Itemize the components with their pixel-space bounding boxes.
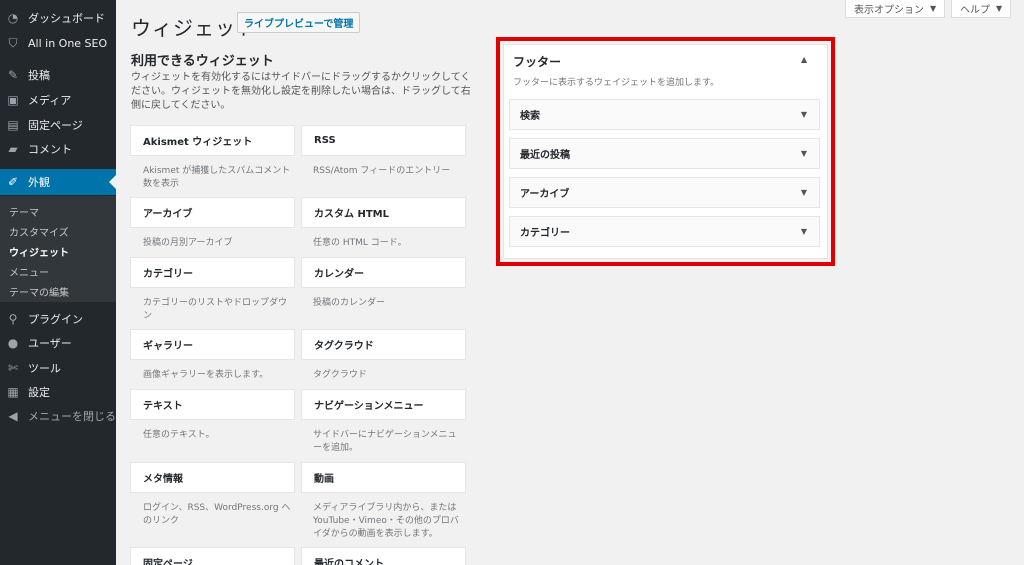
widget-navigation-menu[interactable]: ナビゲーションメニュー bbox=[301, 389, 466, 420]
caret-down-icon[interactable]: ▼ bbox=[801, 110, 807, 119]
widget-desc: 画像ギャラリーを表示します。 bbox=[143, 370, 269, 380]
menu-collapse[interactable]: ◀ メニューを閉じる bbox=[0, 404, 116, 428]
menu-label: 投稿 bbox=[28, 69, 50, 82]
menu-tools[interactable]: ✄ ツール bbox=[0, 356, 116, 380]
menu-plugins[interactable]: ⚲ プラグイン bbox=[0, 307, 116, 331]
menu-label: ツール bbox=[28, 362, 61, 375]
menu-label: プラグイン bbox=[28, 313, 83, 326]
widget-recent-comments[interactable]: 最近のコメント bbox=[301, 547, 466, 565]
caret-down-icon[interactable]: ▼ bbox=[801, 149, 807, 158]
widget-pages[interactable]: 固定ページ bbox=[130, 547, 295, 565]
caret-down-icon[interactable]: ▼ bbox=[801, 227, 807, 236]
plugin-icon: ⚲ bbox=[8, 312, 18, 326]
menu-label: コメント bbox=[28, 143, 72, 156]
widget-desc: メディアライブラリ内から、または YouTube・Vimeo・その他のプロバイダ… bbox=[313, 503, 459, 539]
widget-meta[interactable]: メタ情報 bbox=[130, 462, 295, 493]
footer-widget-search[interactable]: 検索 ▼ bbox=[509, 99, 820, 130]
widget-custom-html[interactable]: カスタム HTML bbox=[301, 197, 466, 228]
widget-desc: カテゴリーのリストやドロップダウン bbox=[143, 298, 288, 321]
live-preview-button[interactable]: ライブプレビューで管理 bbox=[237, 12, 361, 33]
menu-label: メディア bbox=[28, 94, 72, 107]
submenu-widgets[interactable]: ウィジェット bbox=[9, 244, 69, 259]
caret-up-icon[interactable]: ▲ bbox=[801, 55, 807, 64]
menu-label: メニューを閉じる bbox=[28, 410, 116, 423]
widget-desc: ログイン、RSS、WordPress.org へのリンク bbox=[143, 503, 291, 526]
menu-media[interactable]: ▣ メディア bbox=[0, 88, 116, 112]
widget-desc: サイドバーにナビゲーションメニューを追加。 bbox=[313, 430, 457, 453]
widget-text[interactable]: テキスト bbox=[130, 389, 295, 420]
menu-dashboard[interactable]: ◔ ダッシュボード bbox=[0, 6, 116, 30]
footer-widget-archives[interactable]: アーカイブ ▼ bbox=[509, 177, 820, 208]
submenu-menus[interactable]: メニュー bbox=[9, 264, 49, 279]
widget-gallery[interactable]: ギャラリー bbox=[130, 329, 295, 360]
widget-title: 最近の投稿 bbox=[520, 150, 570, 161]
widget-desc: 任意のテキスト。 bbox=[143, 430, 215, 440]
menu-posts[interactable]: ✎ 投稿 bbox=[0, 63, 116, 87]
widget-desc: 投稿のカレンダー bbox=[313, 298, 386, 308]
menu-users[interactable]: ● ユーザー bbox=[0, 331, 116, 355]
widget-title: カテゴリー bbox=[520, 228, 570, 239]
footer-area-title[interactable]: フッター bbox=[513, 53, 561, 70]
widget-title: アーカイブ bbox=[520, 189, 570, 200]
widget-rss[interactable]: RSS bbox=[301, 125, 466, 156]
menu-label: 外観 bbox=[28, 176, 50, 189]
widget-desc: RSS/Atom フィードのエントリー bbox=[313, 166, 451, 176]
user-icon: ● bbox=[7, 336, 19, 350]
submenu-themes[interactable]: テーマ bbox=[9, 204, 39, 219]
help-label: ヘルプ bbox=[960, 5, 990, 16]
widget-desc: タグクラウド bbox=[313, 370, 367, 380]
wrench-icon: ✄ bbox=[7, 361, 19, 375]
menu-all-in-one-seo[interactable]: ⛉ All in One SEO bbox=[0, 31, 116, 55]
widget-akismet[interactable]: Akismet ウィジェット bbox=[130, 125, 295, 156]
media-icon: ▣ bbox=[7, 93, 19, 107]
widget-categories[interactable]: カテゴリー bbox=[130, 257, 295, 288]
widget-video[interactable]: 動画 bbox=[301, 462, 466, 493]
widget-title: 検索 bbox=[520, 111, 540, 122]
widget-archives[interactable]: アーカイブ bbox=[130, 197, 295, 228]
footer-area-description: フッターに表示するウェイジェットを追加します。 bbox=[513, 78, 720, 88]
menu-label: 設定 bbox=[28, 386, 50, 399]
admin-sidebar: ◔ ダッシュボード ⛉ All in One SEO ✎ 投稿 ▣ メディア ▤… bbox=[0, 0, 116, 565]
widget-desc: 任意の HTML コード。 bbox=[313, 238, 407, 248]
submenu-theme-editor[interactable]: テーマの編集 bbox=[9, 284, 69, 299]
submenu-customize[interactable]: カスタマイズ bbox=[9, 224, 69, 239]
menu-label: All in One SEO bbox=[28, 36, 108, 50]
widget-tag-cloud[interactable]: タグクラウド bbox=[301, 329, 466, 360]
menu-comments[interactable]: ▰ コメント bbox=[0, 137, 116, 161]
menu-appearance[interactable]: ✐ 外観 bbox=[0, 169, 116, 195]
footer-widget-categories[interactable]: カテゴリー ▼ bbox=[509, 216, 820, 247]
available-widgets-description: ウィジェットを有効化するにはサイドバーにドラッグするかクリックしてください。ウィ… bbox=[131, 72, 471, 111]
settings-icon: ▦ bbox=[7, 385, 19, 399]
caret-down-icon: ▼ bbox=[996, 4, 1003, 13]
available-widgets-title: 利用できるウィジェット bbox=[131, 54, 274, 69]
caret-down-icon[interactable]: ▼ bbox=[801, 188, 807, 197]
menu-label: ダッシュボード bbox=[28, 12, 105, 25]
dashboard-icon: ◔ bbox=[7, 11, 19, 25]
menu-settings[interactable]: ▦ 設定 bbox=[0, 380, 116, 404]
widget-calendar[interactable]: カレンダー bbox=[301, 257, 466, 288]
shield-icon: ⛉ bbox=[8, 36, 18, 50]
menu-pages[interactable]: ▤ 固定ページ bbox=[0, 113, 116, 137]
widget-desc: Akismet が捕獲したスパムコメント数を表示 bbox=[143, 166, 291, 189]
pin-icon: ✎ bbox=[7, 68, 19, 82]
help-tab[interactable]: ヘルプ ▼ bbox=[951, 0, 1012, 18]
collapse-icon: ◀ bbox=[8, 409, 18, 423]
appearance-submenu: テーマ カスタマイズ ウィジェット メニュー テーマの編集 bbox=[0, 196, 116, 302]
caret-down-icon: ▼ bbox=[930, 4, 937, 13]
page-icon: ▤ bbox=[7, 118, 19, 132]
screen-options-label: 表示オプション bbox=[854, 5, 924, 16]
screen-options-tab[interactable]: 表示オプション ▼ bbox=[845, 0, 946, 18]
menu-label: ユーザー bbox=[28, 337, 72, 350]
widget-desc: 投稿の月別アーカイブ bbox=[143, 238, 233, 248]
menu-label: 固定ページ bbox=[28, 119, 83, 132]
footer-widget-recent-posts[interactable]: 最近の投稿 ▼ bbox=[509, 138, 820, 169]
comment-icon: ▰ bbox=[8, 142, 18, 156]
paintbrush-icon: ✐ bbox=[7, 175, 19, 189]
